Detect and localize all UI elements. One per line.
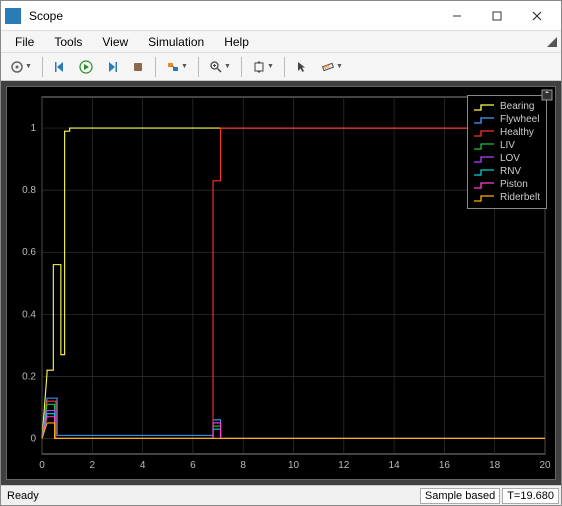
menu-view[interactable]: View — [94, 33, 136, 51]
stop-button[interactable] — [126, 56, 150, 78]
status-time: T=19.680 — [502, 488, 559, 504]
separator — [241, 57, 242, 77]
legend-row: Flywheel — [474, 113, 540, 126]
svg-text:4: 4 — [140, 460, 146, 471]
statusbar: Ready Sample based T=19.680 — [1, 485, 561, 505]
step-forward-button[interactable] — [100, 56, 124, 78]
legend-swatch — [474, 167, 494, 177]
app-icon — [5, 8, 21, 24]
legend-row: LOV — [474, 152, 540, 165]
legend-label: RNV — [500, 166, 521, 177]
menu-help[interactable]: Help — [216, 33, 257, 51]
legend-swatch — [474, 102, 494, 112]
zoom-button[interactable]: ▼ — [204, 56, 236, 78]
autoscale-button[interactable]: ▼ — [247, 56, 279, 78]
separator — [284, 57, 285, 77]
window-title: Scope — [29, 9, 437, 23]
separator — [42, 57, 43, 77]
legend-label: LIV — [500, 140, 515, 151]
chevron-down-icon: ▼ — [336, 63, 343, 70]
legend-label: Bearing — [500, 101, 534, 112]
svg-text:6: 6 — [190, 460, 196, 471]
chevron-down-icon: ▼ — [25, 63, 32, 70]
legend-label: Riderbelt — [500, 192, 540, 203]
legend-row: Bearing — [474, 100, 540, 113]
legend[interactable]: Bearing Flywheel Healthy LIV LOV RNV Piston Rid… — [467, 95, 547, 209]
step-back-button[interactable] — [48, 56, 72, 78]
legend-swatch — [474, 128, 494, 138]
legend-swatch — [474, 180, 494, 190]
menubar: File Tools View Simulation Help — [1, 31, 561, 53]
cursor-button[interactable] — [290, 56, 314, 78]
svg-text:0: 0 — [39, 460, 45, 471]
legend-row: Healthy — [474, 126, 540, 139]
legend-label: Piston — [500, 179, 528, 190]
settings-button[interactable]: ▼ — [5, 56, 37, 78]
titlebar: Scope — [1, 1, 561, 31]
menu-simulation[interactable]: Simulation — [140, 33, 212, 51]
measurements-button[interactable]: ▼ — [316, 56, 348, 78]
expand-icon[interactable] — [547, 36, 557, 50]
svg-text:0.6: 0.6 — [22, 247, 36, 258]
svg-text:18: 18 — [489, 460, 501, 471]
svg-text:0.4: 0.4 — [22, 309, 36, 320]
legend-label: Flywheel — [500, 114, 539, 125]
run-button[interactable] — [74, 56, 98, 78]
legend-row: Riderbelt — [474, 191, 540, 204]
legend-swatch — [474, 115, 494, 125]
minimize-button[interactable] — [437, 2, 477, 30]
svg-text:14: 14 — [389, 460, 401, 471]
plot-frame[interactable]: 0 2 4 6 8 10 12 14 16 18 20 0 0.2 0.4 0.6 0.8 1 Bearing F… — [6, 86, 556, 480]
legend-row: Piston — [474, 178, 540, 191]
svg-text:20: 20 — [539, 460, 551, 471]
svg-text:0: 0 — [30, 433, 36, 444]
legend-row: LIV — [474, 139, 540, 152]
legend-row: RNV — [474, 165, 540, 178]
menu-file[interactable]: File — [7, 33, 42, 51]
svg-text:10: 10 — [288, 460, 300, 471]
toolbar: ▼ ▼ ▼ ▼ ▼ — [1, 53, 561, 81]
svg-text:1: 1 — [30, 123, 36, 134]
svg-text:12: 12 — [338, 460, 350, 471]
menu-tools[interactable]: Tools — [46, 33, 90, 51]
svg-text:8: 8 — [240, 460, 246, 471]
svg-text:16: 16 — [439, 460, 451, 471]
highlight-button[interactable]: ▼ — [161, 56, 193, 78]
chevron-down-icon: ▼ — [224, 63, 231, 70]
status-ready: Ready — [3, 490, 418, 502]
legend-label: LOV — [500, 153, 520, 164]
svg-text:0.8: 0.8 — [22, 185, 36, 196]
chevron-down-icon: ▼ — [181, 63, 188, 70]
legend-swatch — [474, 193, 494, 203]
close-button[interactable] — [517, 2, 557, 30]
restore-axes-icon[interactable] — [541, 89, 553, 104]
legend-swatch — [474, 141, 494, 151]
separator — [198, 57, 199, 77]
window-buttons — [437, 2, 557, 30]
svg-text:0.2: 0.2 — [22, 371, 36, 382]
legend-label: Healthy — [500, 127, 534, 138]
separator — [155, 57, 156, 77]
plot-area: 0 2 4 6 8 10 12 14 16 18 20 0 0.2 0.4 0.6 0.8 1 Bearing F… — [1, 81, 561, 485]
chevron-down-icon: ▼ — [267, 63, 274, 70]
svg-text:2: 2 — [90, 460, 96, 471]
legend-swatch — [474, 154, 494, 164]
maximize-button[interactable] — [477, 2, 517, 30]
status-mode: Sample based — [420, 488, 500, 504]
